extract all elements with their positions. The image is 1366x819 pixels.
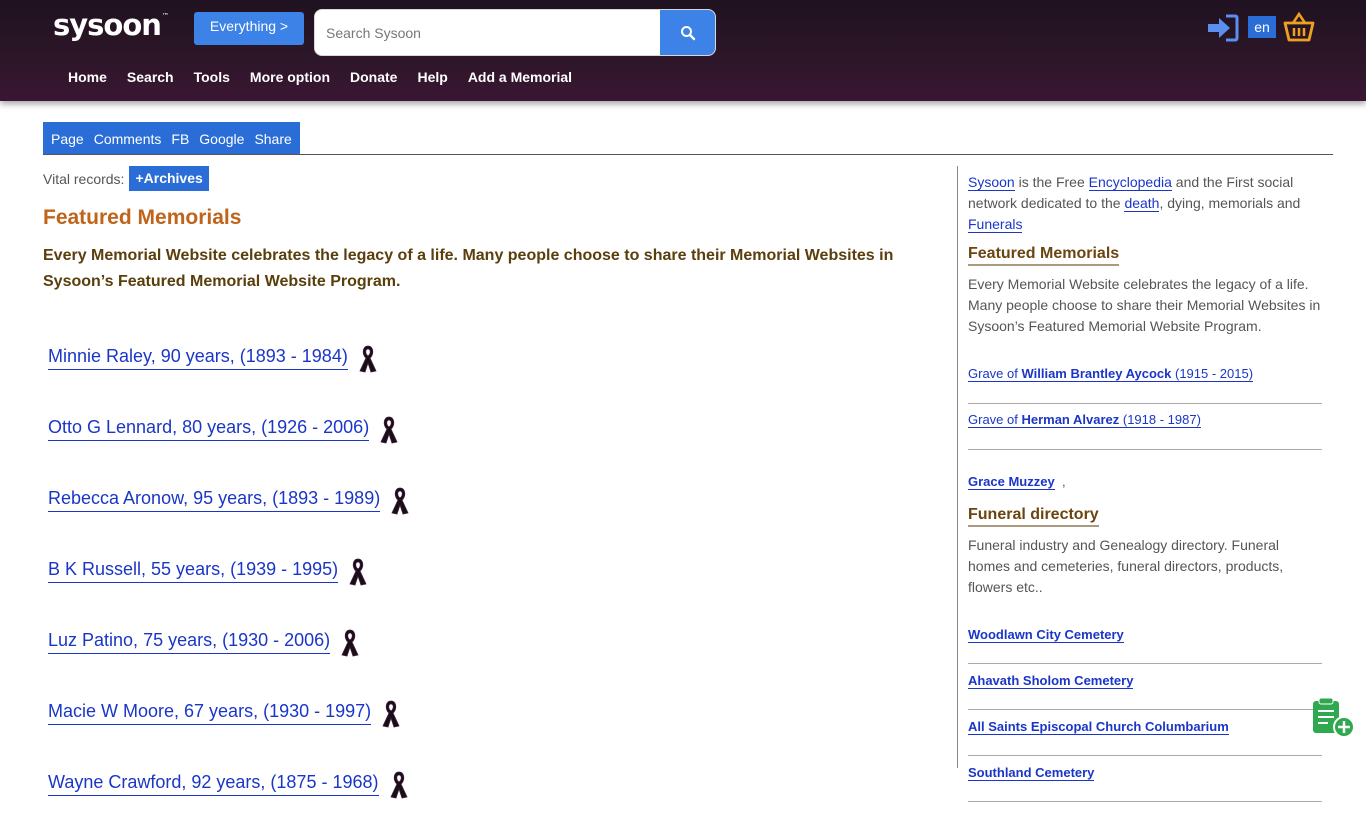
grave-prefix: Grave of: [968, 412, 1022, 427]
funerals-link[interactable]: Funerals: [968, 216, 1023, 233]
funeral-directory-heading[interactable]: Funeral directory: [968, 505, 1099, 527]
top-header: sysoon™ Everything > en Home Search Tool…: [0, 0, 1366, 101]
cemetery-item: Southland Cemetery: [968, 756, 1322, 802]
memorial-link[interactable]: Otto G Lennard, 80 years, (1926 - 2006): [48, 416, 370, 441]
language-button[interactable]: en: [1248, 16, 1276, 38]
black-ribbon-icon: [382, 700, 400, 727]
grave-link[interactable]: Grave of Herman Alvarez (1918 - 1987): [968, 412, 1201, 428]
grace-suffix: ,: [1061, 474, 1066, 489]
cemetery-item: Woodlawn City Cemetery: [968, 618, 1322, 664]
search-button[interactable]: [660, 10, 715, 55]
cemetery-item: All Saints Episcopal Church Columbarium: [968, 710, 1322, 756]
featured-memorials-text: Every Memorial Website celebrates the le…: [968, 276, 1321, 334]
page-tabs: Page Comments FB Google Share: [43, 122, 300, 155]
tab-google[interactable]: Google: [199, 131, 244, 147]
nav-search[interactable]: Search: [127, 69, 174, 85]
intro-text: , dying, memorials and: [1159, 195, 1301, 211]
black-ribbon-icon: [341, 629, 359, 656]
black-ribbon-icon: [359, 345, 377, 372]
archives-button[interactable]: +Archives: [129, 166, 209, 191]
search-box: [314, 9, 716, 56]
cemetery-link[interactable]: Southland Cemetery: [968, 765, 1095, 781]
basket-icon[interactable]: [1283, 11, 1315, 43]
cemetery-link[interactable]: Woodlawn City Cemetery: [968, 627, 1124, 643]
add-note-icon[interactable]: [1310, 697, 1356, 739]
memorial-link[interactable]: Wayne Crawford, 92 years, (1875 - 1968): [48, 771, 379, 796]
sysoon-logo[interactable]: sysoon™: [53, 8, 169, 42]
nav-home[interactable]: Home: [68, 69, 107, 85]
cemetery-link[interactable]: All Saints Episcopal Church Columbarium: [968, 719, 1229, 735]
tab-comments[interactable]: Comments: [94, 131, 162, 147]
black-ribbon-icon: [349, 558, 367, 585]
nav-add-memorial[interactable]: Add a Memorial: [468, 69, 572, 85]
list-item: Wayne Crawford, 92 years, (1875 - 1968): [48, 748, 411, 819]
list-item: B K Russell, 55 years, (1939 - 1995): [48, 535, 411, 606]
vital-records-label: Vital records:: [43, 170, 125, 187]
tab-share[interactable]: Share: [254, 131, 291, 147]
grave-name: William Brantley Aycock: [1021, 366, 1172, 381]
memorial-link[interactable]: Rebecca Aronow, 95 years, (1893 - 1989): [48, 487, 381, 512]
sysoon-link[interactable]: Sysoon: [968, 174, 1015, 191]
cemetery-link[interactable]: Ahavath Sholom Cemetery: [968, 673, 1134, 689]
nav-tools[interactable]: Tools: [194, 69, 230, 85]
encyclopedia-link[interactable]: Encyclopedia: [1088, 174, 1172, 191]
sidebar-divider: [957, 166, 958, 768]
logo-text: sysoon: [53, 8, 162, 42]
tab-page[interactable]: Page: [51, 131, 84, 147]
sidebar: Sysoon is the Free Encyclopedia and the …: [968, 172, 1323, 802]
grace-row: Grace Muzzey ,: [968, 474, 1323, 490]
grave-years: (1918 - 1987): [1119, 412, 1201, 427]
main-nav: Home Search Tools More option Donate Hel…: [68, 69, 592, 85]
grace-muzzey-link[interactable]: Grace Muzzey: [968, 474, 1055, 490]
tabs-divider: [43, 154, 1333, 155]
funeral-directory-text: Funeral industry and Genealogy directory…: [968, 537, 1284, 595]
list-item: Rebecca Aronow, 95 years, (1893 - 1989): [48, 464, 411, 535]
grave-item: Grave of Herman Alvarez (1918 - 1987): [968, 404, 1322, 450]
death-link[interactable]: death: [1124, 195, 1160, 212]
memorial-link[interactable]: Luz Patino, 75 years, (1930 - 2006): [48, 629, 331, 654]
everything-dropdown-button[interactable]: Everything >: [194, 12, 304, 45]
memorial-link[interactable]: B K Russell, 55 years, (1939 - 1995): [48, 558, 339, 583]
page-title: Featured Memorials: [43, 206, 242, 229]
intro-text: is the Free: [1014, 174, 1089, 190]
list-item: Luz Patino, 75 years, (1930 - 2006): [48, 606, 411, 677]
grave-prefix: Grave of: [968, 366, 1022, 381]
memorial-link[interactable]: Minnie Raley, 90 years, (1893 - 1984): [48, 345, 348, 370]
list-item: Minnie Raley, 90 years, (1893 - 1984): [48, 322, 411, 393]
cemetery-item: Ahavath Sholom Cemetery: [968, 664, 1322, 710]
nav-help[interactable]: Help: [417, 69, 447, 85]
grave-years: (1915 - 2015): [1171, 366, 1254, 381]
tab-fb[interactable]: FB: [171, 131, 189, 147]
memorial-link[interactable]: Macie W Moore, 67 years, (1930 - 1997): [48, 700, 372, 725]
grave-item: Grave of William Brantley Aycock (1915 -…: [968, 358, 1322, 404]
black-ribbon-icon: [389, 771, 408, 798]
nav-more-option[interactable]: More option: [250, 69, 330, 85]
black-ribbon-icon: [380, 416, 398, 443]
black-ribbon-icon: [391, 487, 409, 514]
sidebar-intro: Sysoon is the Free Encyclopedia and the …: [968, 172, 1308, 235]
memorial-list: Minnie Raley, 90 years, (1893 - 1984) Ot…: [48, 322, 411, 819]
search-icon: [680, 25, 695, 40]
list-item: Otto G Lennard, 80 years, (1926 - 2006): [48, 393, 411, 464]
page-description: Every Memorial Website celebrates the le…: [43, 247, 894, 290]
grave-link[interactable]: Grave of William Brantley Aycock (1915 -…: [968, 366, 1254, 382]
nav-donate[interactable]: Donate: [350, 69, 397, 85]
login-icon[interactable]: [1206, 13, 1240, 43]
logo-trademark: ™: [161, 12, 169, 21]
list-item: Macie W Moore, 67 years, (1930 - 1997): [48, 677, 411, 748]
vital-records: Vital records: +Archives: [43, 166, 209, 191]
search-input[interactable]: [315, 10, 661, 55]
grave-name: Herman Alvarez: [1021, 412, 1120, 427]
featured-memorials-heading[interactable]: Featured Memorials: [968, 244, 1120, 266]
